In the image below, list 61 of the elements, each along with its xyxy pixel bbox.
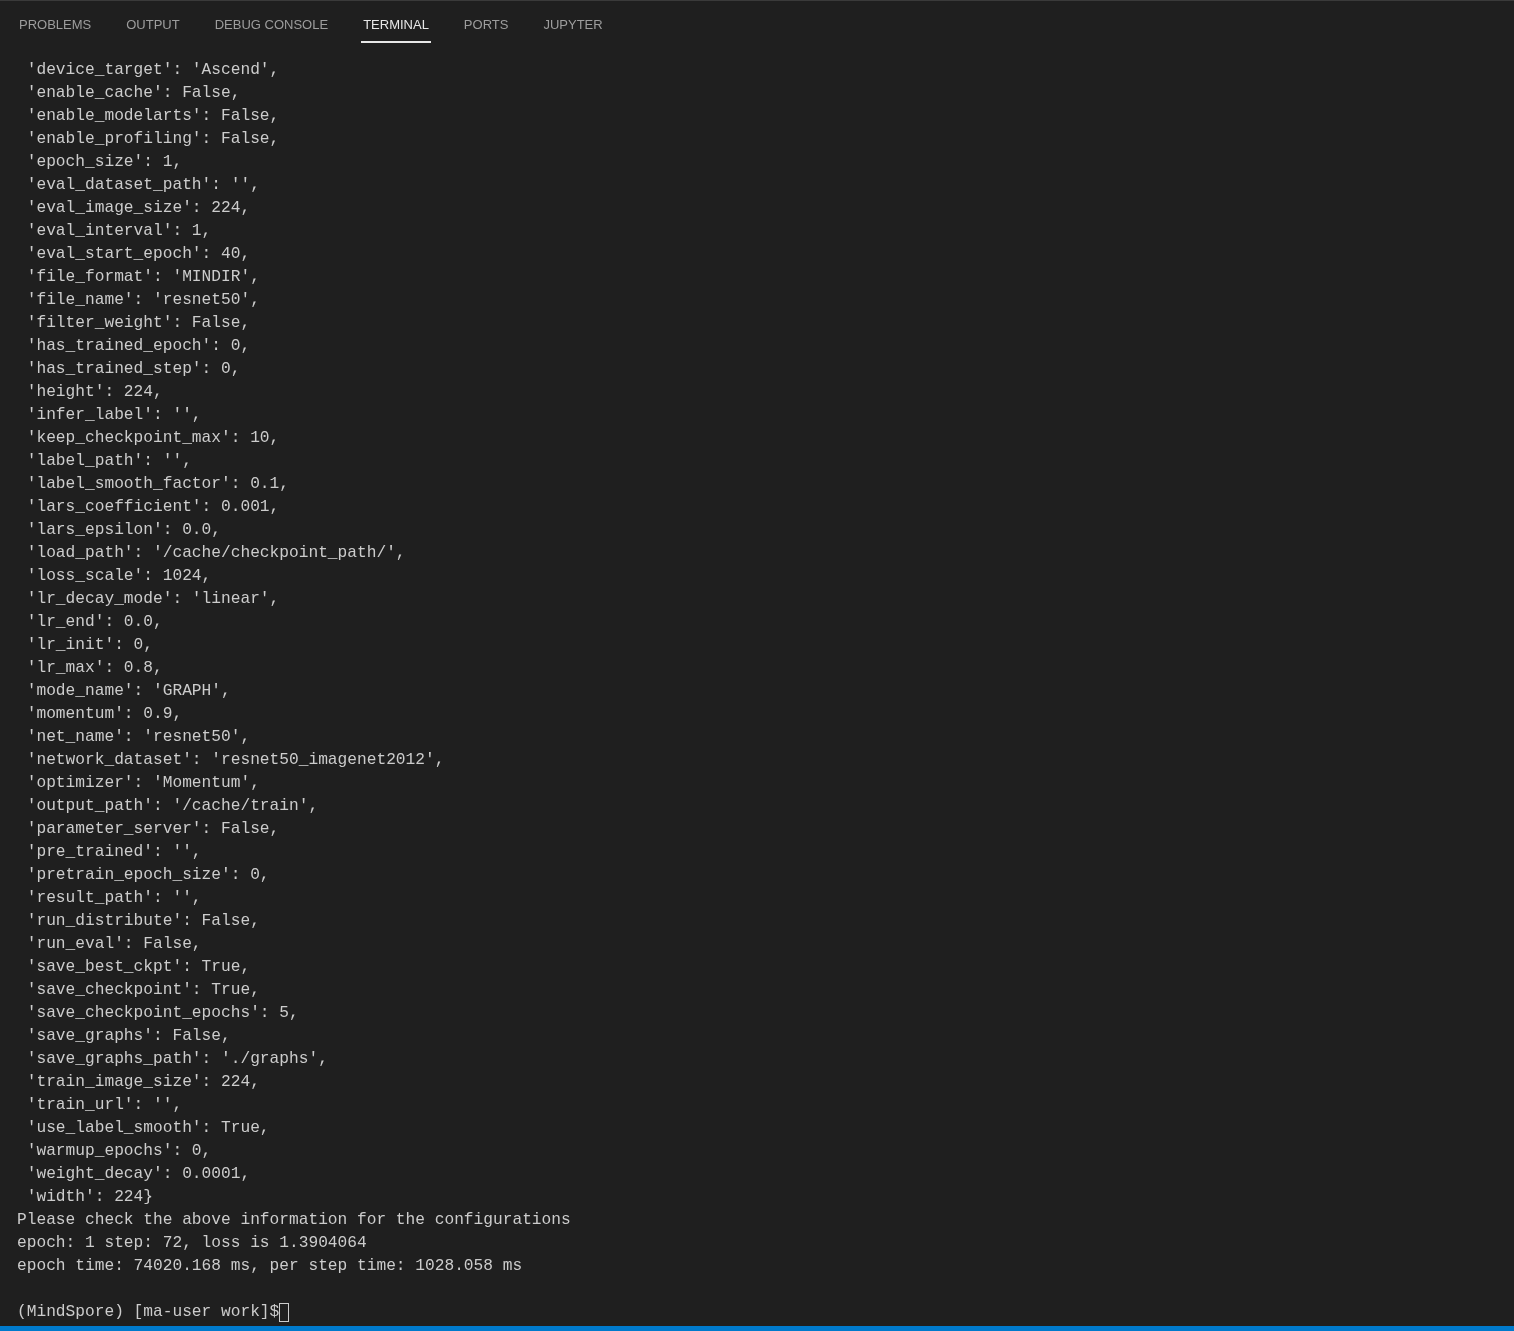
- terminal-line: 'has_trained_step': 0,: [25, 360, 241, 378]
- terminal-line: 'output_path': '/cache/train',: [25, 797, 319, 815]
- panel-tab[interactable]: DEBUG CONSOLE: [212, 14, 331, 43]
- terminal-line: 'lars_coefficient': 0.001,: [25, 498, 280, 516]
- terminal-line: 'save_graphs': False,: [25, 1027, 231, 1045]
- terminal-line: 'warmup_epochs': 0,: [25, 1142, 212, 1160]
- terminal-line: 'filter_weight': False,: [25, 314, 251, 332]
- terminal-line: 'epoch_size': 1,: [25, 153, 183, 171]
- panel-tab[interactable]: OUTPUT: [124, 14, 182, 43]
- panel-tab[interactable]: PROBLEMS: [17, 14, 94, 43]
- panel-tab[interactable]: TERMINAL: [361, 14, 431, 43]
- terminal-line: 'device_target': 'Ascend',: [25, 61, 280, 79]
- terminal-line: 'infer_label': '',: [25, 406, 202, 424]
- terminal-line: 'keep_checkpoint_max': 10,: [25, 429, 280, 447]
- terminal-line: 'file_format': 'MINDIR',: [25, 268, 260, 286]
- terminal-line: epoch time: 74020.168 ms, per step time: 1028.058 ms: [17, 1257, 523, 1275]
- terminal-line: 'save_checkpoint': True,: [25, 981, 260, 999]
- terminal-line: 'train_image_size': 224,: [25, 1073, 260, 1091]
- terminal-line: 'height': 224,: [25, 383, 163, 401]
- terminal-line: 'enable_profiling': False,: [25, 130, 280, 148]
- terminal-line: 'lr_end': 0.0,: [25, 613, 163, 631]
- terminal-line: 'loss_scale': 1024,: [25, 567, 212, 585]
- panel-tab[interactable]: PORTS: [461, 14, 511, 43]
- terminal-line: 'has_trained_epoch': 0,: [25, 337, 251, 355]
- terminal-line: 'mode_name': 'GRAPH',: [25, 682, 231, 700]
- terminal-line: 'lr_decay_mode': 'linear',: [25, 590, 280, 608]
- terminal-line: 'use_label_smooth': True,: [25, 1119, 270, 1137]
- terminal-line: 'result_path': '',: [25, 889, 202, 907]
- terminal-line: 'save_checkpoint_epochs': 5,: [25, 1004, 299, 1022]
- terminal-line: 'label_smooth_factor': 0.1,: [25, 475, 289, 493]
- text-cursor: [279, 1303, 290, 1322]
- terminal-line: 'lars_epsilon': 0.0,: [25, 521, 221, 539]
- panel-tab[interactable]: JUPYTER: [541, 14, 605, 43]
- terminal-line: 'pretrain_epoch_size': 0,: [25, 866, 270, 884]
- terminal-line: 'enable_modelarts': False,: [25, 107, 280, 125]
- terminal-line: 'file_name': 'resnet50',: [25, 291, 260, 309]
- terminal-line: 'pre_trained': '',: [25, 843, 202, 861]
- terminal-line: 'lr_init': 0,: [25, 636, 153, 654]
- terminal-line: 'network_dataset': 'resnet50_imagenet2012',: [25, 751, 445, 769]
- terminal-line: 'net_name': 'resnet50',: [25, 728, 251, 746]
- terminal-line: 'save_best_ckpt': True,: [25, 958, 251, 976]
- terminal-line: 'eval_dataset_path': '',: [25, 176, 260, 194]
- terminal-line: 'label_path': '',: [25, 452, 192, 470]
- terminal-line: 'optimizer': 'Momentum',: [25, 774, 260, 792]
- terminal-line: 'momentum': 0.9,: [25, 705, 183, 723]
- terminal-line: 'lr_max': 0.8,: [25, 659, 163, 677]
- terminal-line: 'run_distribute': False,: [25, 912, 260, 930]
- terminal-line: 'enable_cache': False,: [25, 84, 241, 102]
- terminal-line: 'train_url': '',: [25, 1096, 183, 1114]
- terminal-line: 'parameter_server': False,: [25, 820, 280, 838]
- shell-prompt: (MindSpore) [ma-user work]$: [17, 1302, 280, 1323]
- terminal-line: 'eval_start_epoch': 40,: [25, 245, 251, 263]
- terminal-line: 'weight_decay': 0.0001,: [25, 1165, 251, 1183]
- terminal-line: Please check the above information for the configurations: [17, 1211, 571, 1229]
- terminal-line: 'save_graphs_path': './graphs',: [25, 1050, 328, 1068]
- terminal-line: 'width': 224}: [25, 1188, 153, 1206]
- terminal-line: 'load_path': '/cache/checkpoint_path/',: [25, 544, 406, 562]
- terminal-line: 'run_eval': False,: [25, 935, 202, 953]
- terminal-line: epoch: 1 step: 72, loss is 1.3904064: [17, 1234, 367, 1252]
- terminal-line: 'eval_interval': 1,: [25, 222, 212, 240]
- terminal-line: 'eval_image_size': 224,: [25, 199, 251, 217]
